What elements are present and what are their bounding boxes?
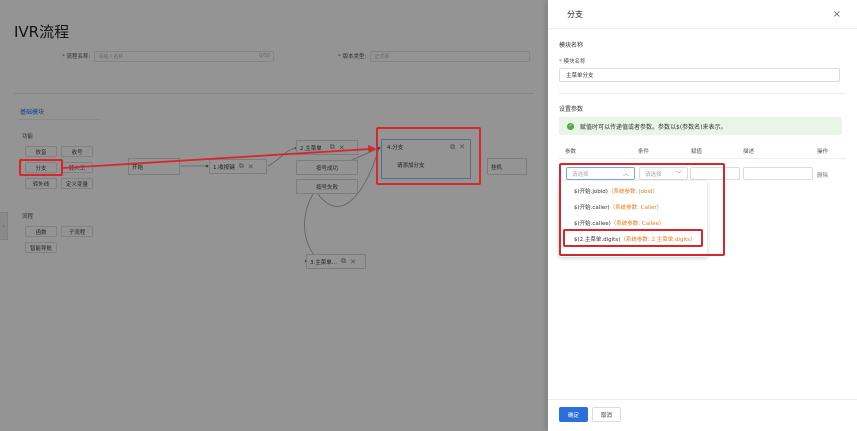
description-input[interactable] [743,167,813,180]
drawer-header: 分支 × [548,0,857,29]
alert-text: 赋值时可以传递值或者参数。参数以$(参数名)来表示。 [580,123,727,131]
module-name-section: 模块名称 [559,42,584,49]
info-alert: ✓ 赋值时可以传递值或者参数。参数以$(参数名)来表示。 [559,117,842,135]
module-name-label: 模块名称 [563,59,586,65]
col-condition: 条件 [638,149,650,155]
confirm-button[interactable]: 确定 [559,407,588,422]
cancel-button[interactable]: 取消 [592,407,621,422]
module-name-input[interactable]: 主菜单分支 [559,68,840,82]
delete-link[interactable]: 删除 [817,171,828,179]
annotation-box [563,229,703,247]
col-description: 描述 [743,149,755,155]
close-icon[interactable]: × [833,9,841,20]
params-section: 设置参数 [559,106,584,113]
col-value: 赋值 [691,149,703,155]
drawer-title: 分支 [567,9,583,19]
col-param: 参数 [565,149,577,155]
check-circle-icon: ✓ [567,122,574,130]
col-action: 操作 [817,149,829,155]
